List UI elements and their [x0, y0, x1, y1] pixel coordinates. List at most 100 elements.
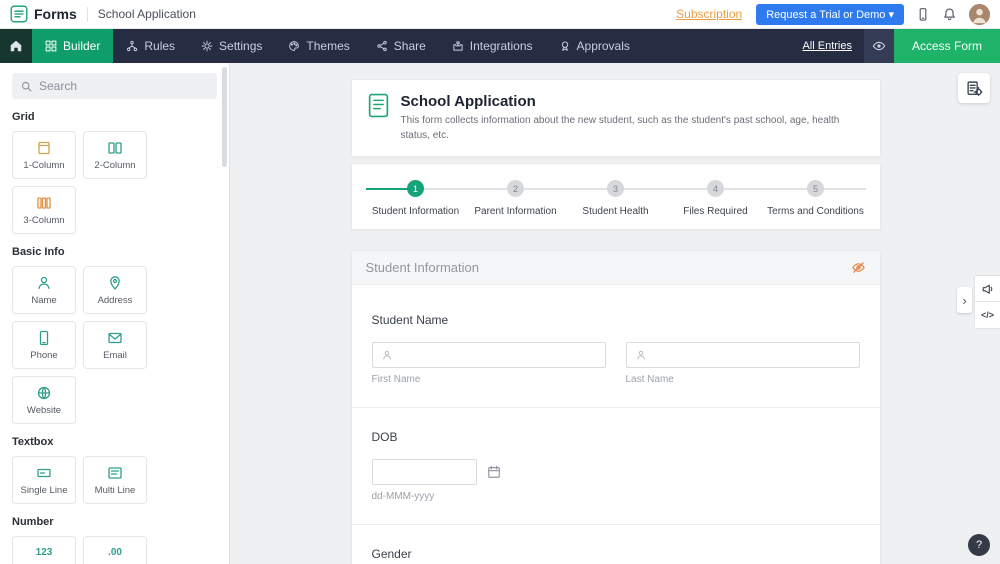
tab-approvals-label: Approvals	[576, 39, 630, 53]
last-name-inputbox	[625, 342, 860, 368]
calendar-icon[interactable]	[487, 465, 501, 479]
embed-code-button[interactable]: </>	[974, 302, 1000, 329]
request-trial-button[interactable]: Request a Trial or Demo ▾	[756, 3, 904, 25]
step-label: Student Information	[371, 206, 460, 217]
person-icon	[381, 349, 393, 361]
form-description: This form collects information about the…	[400, 115, 840, 141]
field-card-single-line[interactable]: Single Line	[12, 456, 76, 504]
field-card-label: Address	[97, 294, 133, 306]
person-icon	[635, 349, 647, 361]
tab-integrations[interactable]: Integrations	[439, 29, 546, 63]
globe-icon	[37, 386, 51, 399]
step-student-information[interactable]: 1 Student Information	[366, 180, 466, 217]
search-input[interactable]	[39, 79, 209, 93]
preview-eye-button[interactable]	[863, 29, 894, 63]
search-box	[12, 73, 217, 99]
field-card-multi-line[interactable]: Multi Line	[83, 456, 147, 504]
tab-settings[interactable]: Settings	[188, 29, 275, 63]
step-parent-information[interactable]: 2 Parent Information	[466, 180, 566, 217]
field-card-phone[interactable]: Phone	[12, 321, 76, 369]
field-card-label: Email	[103, 349, 127, 361]
approval-badge-icon	[561, 41, 568, 51]
field-card-email[interactable]: Email	[83, 321, 147, 369]
form-settings-button[interactable]	[958, 73, 990, 103]
step-number: 4	[707, 180, 724, 197]
field-card-number[interactable]: 123 Number	[12, 536, 76, 564]
section-body: Student Name First Name Last Name DOB dd…	[351, 285, 880, 564]
section-title: Student Information	[365, 260, 479, 275]
single-line-textbox-icon	[37, 468, 51, 477]
field-card-2-column[interactable]: 2-Column	[83, 131, 147, 179]
tab-share-label: Share	[393, 39, 426, 53]
form-title: School Application	[400, 93, 536, 110]
last-name-input[interactable]	[652, 349, 851, 361]
form-settings-gear-icon	[966, 80, 983, 96]
field-card-label: 1-Column	[23, 159, 65, 171]
step-files-required[interactable]: 4 Files Required	[666, 180, 766, 217]
help-button[interactable]: ?	[968, 534, 990, 556]
student-name-field[interactable]: Student Name First Name Last Name	[371, 313, 860, 385]
section-title-grid: Grid	[12, 111, 35, 123]
column-1-icon	[38, 141, 50, 154]
notifications-bell-icon[interactable]	[942, 7, 957, 22]
rules-branch-icon	[127, 40, 138, 52]
step-label: Files Required	[683, 206, 748, 217]
tab-rules[interactable]: Rules	[113, 29, 188, 63]
mobile-phone-icon	[39, 330, 49, 345]
tab-integrations-label: Integrations	[469, 39, 533, 53]
all-entries-link[interactable]: All Entries	[802, 29, 852, 63]
section-title-number: Number	[12, 516, 54, 528]
field-card-3-column[interactable]: 3-Column	[12, 186, 76, 234]
sidebar-scrollbar[interactable]	[222, 67, 227, 167]
divider	[86, 6, 88, 22]
form-title-card[interactable]: School Application This form collects in…	[350, 79, 881, 157]
access-form-button[interactable]: Access Form	[893, 29, 1000, 63]
tab-builder[interactable]: Builder	[32, 29, 114, 63]
step-terms-and-conditions[interactable]: 5 Terms and Conditions	[766, 180, 866, 217]
field-card-label: Multi Line	[94, 484, 136, 496]
step-number: 1	[407, 180, 424, 197]
main-nav: Builder Rules Settings Themes Share Inte…	[0, 29, 1000, 63]
tab-themes-label: Themes	[306, 39, 350, 53]
field-card-name[interactable]: Name	[12, 266, 76, 314]
gear-icon	[201, 40, 213, 52]
form-steps-card: 1 Student Information 2 Parent Informati…	[350, 163, 881, 230]
first-name-input[interactable]	[398, 349, 597, 361]
dob-field[interactable]: DOB dd-MMM-yyyy	[371, 430, 860, 502]
decimal-icon: .00	[108, 547, 122, 558]
dob-input[interactable]	[380, 466, 468, 478]
step-student-health[interactable]: 3 Student Health	[566, 180, 666, 217]
first-name-sublabel: First Name	[371, 374, 421, 385]
step-label: Terms and Conditions	[767, 206, 864, 217]
step-label: Parent Information	[474, 206, 557, 217]
field-card-website[interactable]: Website	[12, 376, 76, 424]
field-card-label: Name	[31, 294, 57, 306]
feedback-megaphone-button[interactable]	[974, 275, 1000, 302]
step-number: 3	[607, 180, 624, 197]
section-title-textbox: Textbox	[12, 436, 54, 448]
share-icon	[377, 40, 387, 52]
envelope-icon	[108, 332, 122, 343]
collapse-panel-tab[interactable]: ›	[957, 287, 972, 313]
student-information-section: Student Information Student Name First N…	[350, 250, 881, 564]
tab-approvals[interactable]: Approvals	[546, 29, 643, 63]
subscription-link[interactable]: Subscription	[676, 7, 742, 21]
user-avatar[interactable]	[969, 3, 990, 25]
mobile-phone-icon[interactable]	[916, 7, 930, 22]
field-card-address[interactable]: Address	[83, 266, 147, 314]
tab-builder-label: Builder	[63, 39, 101, 53]
section-title-basic-info: Basic Info	[12, 246, 65, 258]
field-card-label: Website	[26, 404, 62, 416]
home-nav-button[interactable]	[0, 29, 32, 63]
field-card-label: Phone	[30, 349, 58, 361]
gender-field[interactable]: Gender Male Female	[372, 547, 860, 564]
dob-inputbox	[371, 459, 477, 485]
document-title: School Application	[97, 7, 196, 21]
tab-share[interactable]: Share	[363, 29, 439, 63]
field-card-1-column[interactable]: 1-Column	[12, 131, 76, 179]
last-name-sublabel: Last Name	[625, 374, 674, 385]
hidden-eye-icon[interactable]	[851, 260, 866, 275]
field-card-decimal[interactable]: .00 Decimal	[83, 536, 147, 564]
tab-themes[interactable]: Themes	[275, 29, 362, 63]
code-icon: </>	[980, 310, 994, 320]
